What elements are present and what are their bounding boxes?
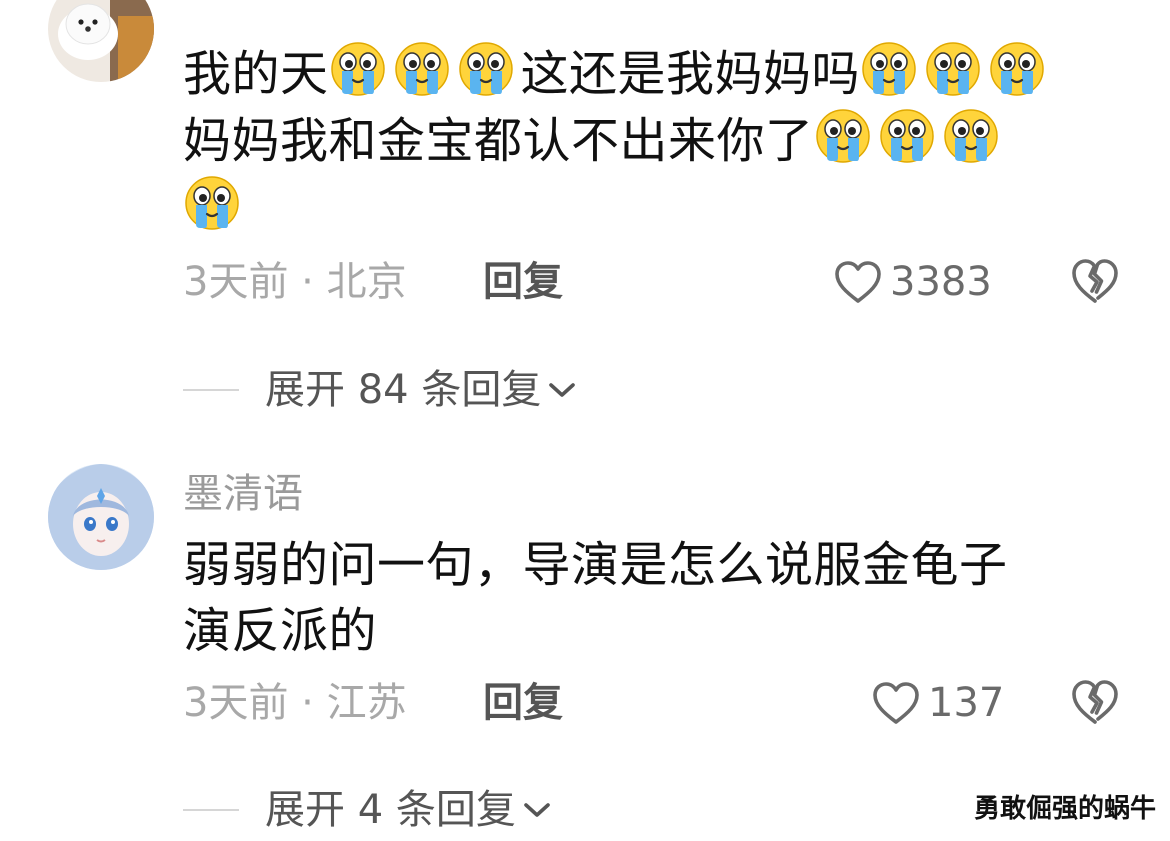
expand-replies-button[interactable]: 展开 84 条回复 (183, 370, 577, 410)
comment-line-2: 妈妈我和金宝都认不出来你了 (183, 107, 1123, 174)
chevron-down-icon (549, 383, 576, 397)
comment-meta: 3天前 · 北京 (183, 259, 407, 305)
expand-replies-label: 展开 4 条回复 (265, 787, 516, 833)
like-button[interactable]: 3383 (834, 260, 992, 304)
reply-button[interactable]: 回复 (483, 262, 563, 302)
comment-line-3 (183, 174, 1123, 241)
expand-replies-label: 展开 84 条回复 (265, 367, 542, 413)
like-button[interactable]: 137 (872, 681, 1004, 725)
username[interactable]: 墨清语 (183, 474, 303, 514)
comment-text: 我的天 (183, 46, 329, 102)
like-count: 3383 (890, 259, 992, 305)
comment-line-2: 演反派的 (183, 603, 378, 659)
expand-replies-button[interactable]: 展开 4 条回复 (183, 790, 552, 830)
crying-emoji-icon (924, 40, 982, 98)
comment-body: 弱弱的问一句，导演是怎么说服金龟子 演反派的 (183, 532, 1123, 664)
crying-emoji-icon (942, 107, 1000, 165)
like-count: 137 (928, 680, 1005, 726)
watermark: 勇敢倔强的蜗牛 (973, 794, 1156, 824)
crying-emoji-icon (860, 40, 918, 98)
crying-emoji-icon (393, 40, 451, 98)
broken-heart-icon[interactable] (1071, 679, 1119, 725)
avatar[interactable] (48, 464, 154, 570)
crying-emoji-icon (183, 174, 241, 232)
comment-text: 这还是我妈妈吗 (520, 46, 861, 102)
avatar[interactable] (48, 0, 154, 82)
reply-button[interactable]: 回复 (483, 683, 563, 723)
crying-emoji-icon (329, 40, 387, 98)
comment-body: 我的天 这还是我妈妈吗 妈妈我和金宝都认不出来你了 (183, 40, 1123, 241)
comment-line-1: 弱弱的问一句，导演是怎么说服金龟子 (183, 537, 1008, 593)
divider-line (183, 809, 239, 811)
broken-heart-icon[interactable] (1071, 258, 1119, 304)
divider-line (183, 389, 239, 391)
comment-text: 妈妈我和金宝都认不出来你了 (183, 113, 814, 169)
dog-photo-avatar (48, 0, 154, 82)
crying-emoji-icon (988, 40, 1046, 98)
heart-icon (873, 682, 919, 724)
crying-emoji-icon (814, 107, 872, 165)
crying-emoji-icon (457, 40, 515, 98)
heart-icon (835, 261, 881, 303)
comment-meta: 3天前 · 江苏 (183, 680, 407, 726)
crying-emoji-icon (878, 107, 936, 165)
chevron-down-icon (524, 803, 550, 817)
anime-girl-avatar (48, 464, 154, 570)
comment-line-1: 我的天 这还是我妈妈吗 (183, 40, 1123, 107)
